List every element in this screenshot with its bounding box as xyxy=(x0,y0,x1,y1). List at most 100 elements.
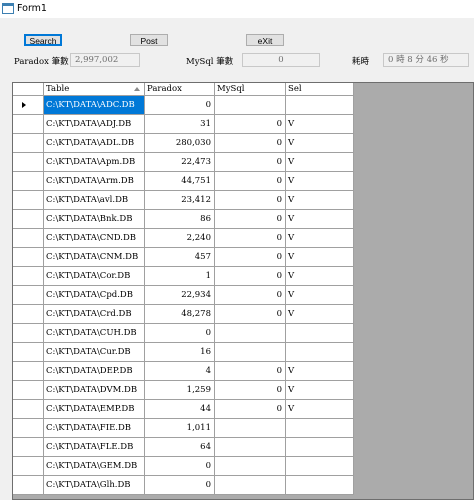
row-header[interactable] xyxy=(13,134,44,153)
cell-sel[interactable] xyxy=(286,438,354,457)
column-header-paradox[interactable]: Paradox xyxy=(145,83,215,96)
cell-paradox[interactable]: 22,473 xyxy=(145,153,215,172)
row-header[interactable] xyxy=(13,381,44,400)
cell-mysql[interactable]: 0 xyxy=(215,381,286,400)
cell-sel[interactable]: V xyxy=(286,153,354,172)
cell-paradox[interactable]: 1,259 xyxy=(145,381,215,400)
cell-table[interactable]: C:\KT\DATA\FIE.DB xyxy=(44,419,145,438)
cell-paradox[interactable]: 280,030 xyxy=(145,134,215,153)
elapsed-field[interactable]: 0 時 8 分 46 秒 xyxy=(383,53,469,67)
cell-table[interactable]: C:\KT\DATA\Cor.DB xyxy=(44,267,145,286)
cell-paradox[interactable]: 0 xyxy=(145,324,215,343)
cell-mysql[interactable] xyxy=(215,438,286,457)
table-row[interactable]: C:\KT\DATA\CNM.DB 457 0 V xyxy=(13,248,354,267)
cell-mysql[interactable] xyxy=(215,324,286,343)
cell-sel[interactable] xyxy=(286,457,354,476)
cell-sel[interactable]: V xyxy=(286,305,354,324)
cell-table[interactable]: C:\KT\DATA\Arm.DB xyxy=(44,172,145,191)
cell-sel[interactable]: V xyxy=(286,248,354,267)
row-header[interactable] xyxy=(13,248,44,267)
cell-sel[interactable]: V xyxy=(286,267,354,286)
cell-mysql[interactable]: 0 xyxy=(215,115,286,134)
cell-mysql[interactable]: 0 xyxy=(215,362,286,381)
cell-mysql[interactable] xyxy=(215,476,286,495)
table-row[interactable]: C:\KT\DATA\DEP.DB 4 0 V xyxy=(13,362,354,381)
cell-table[interactable]: C:\KT\DATA\GEM.DB xyxy=(44,457,145,476)
cell-sel[interactable] xyxy=(286,419,354,438)
cell-table[interactable]: C:\KT\DATA\CNM.DB xyxy=(44,248,145,267)
cell-sel[interactable]: V xyxy=(286,115,354,134)
cell-mysql[interactable] xyxy=(215,96,286,115)
column-header-sel[interactable]: Sel xyxy=(286,83,354,96)
table-row[interactable]: C:\KT\DATA\CND.DB 2,240 0 V xyxy=(13,229,354,248)
cell-paradox[interactable]: 64 xyxy=(145,438,215,457)
table-row[interactable]: C:\KT\DATA\Apm.DB 22,473 0 V xyxy=(13,153,354,172)
cell-paradox[interactable]: 0 xyxy=(145,476,215,495)
table-row[interactable]: C:\KT\DATA\FLE.DB 64 xyxy=(13,438,354,457)
cell-mysql[interactable]: 0 xyxy=(215,153,286,172)
cell-mysql[interactable]: 0 xyxy=(215,400,286,419)
cell-paradox[interactable]: 31 xyxy=(145,115,215,134)
cell-sel[interactable]: V xyxy=(286,172,354,191)
row-header[interactable] xyxy=(13,400,44,419)
cell-paradox[interactable]: 457 xyxy=(145,248,215,267)
column-header-mysql[interactable]: MySql xyxy=(215,83,286,96)
cell-mysql[interactable]: 0 xyxy=(215,229,286,248)
row-header[interactable] xyxy=(13,324,44,343)
exit-button[interactable]: eXit xyxy=(246,34,284,46)
search-button[interactable]: Search xyxy=(24,34,62,46)
cell-paradox[interactable]: 1,011 xyxy=(145,419,215,438)
cell-paradox[interactable]: 22,934 xyxy=(145,286,215,305)
table-row[interactable]: C:\KT\DATA\Arm.DB 44,751 0 V xyxy=(13,172,354,191)
cell-table[interactable]: C:\KT\DATA\ADL.DB xyxy=(44,134,145,153)
cell-table[interactable]: C:\KT\DATA\ADJ.DB xyxy=(44,115,145,134)
cell-mysql[interactable]: 0 xyxy=(215,191,286,210)
cell-table[interactable]: C:\KT\DATA\DEP.DB xyxy=(44,362,145,381)
cell-mysql[interactable]: 0 xyxy=(215,248,286,267)
cell-paradox[interactable]: 0 xyxy=(145,457,215,476)
paradox-count-field[interactable]: 2,997,002 xyxy=(70,53,140,67)
table-row[interactable]: C:\KT\DATA\ADJ.DB 31 0 V xyxy=(13,115,354,134)
cell-sel[interactable]: V xyxy=(286,286,354,305)
row-header[interactable] xyxy=(13,115,44,134)
table-row[interactable]: C:\KT\DATA\Cor.DB 1 0 V xyxy=(13,267,354,286)
cell-paradox[interactable]: 1 xyxy=(145,267,215,286)
table-row[interactable]: C:\KT\DATA\Crd.DB 48,278 0 V xyxy=(13,305,354,324)
mysql-count-field[interactable]: 0 xyxy=(242,53,320,67)
data-grid[interactable]: Table Paradox MySql Sel C:\KT\DATA\ADC.D… xyxy=(12,82,474,500)
table-row[interactable]: C:\KT\DATA\avl.DB 23,412 0 V xyxy=(13,191,354,210)
table-row[interactable]: C:\KT\DATA\ADC.DB 0 xyxy=(13,96,354,115)
cell-sel[interactable]: V xyxy=(286,400,354,419)
row-header[interactable] xyxy=(13,286,44,305)
cell-mysql[interactable]: 0 xyxy=(215,172,286,191)
cell-mysql[interactable] xyxy=(215,457,286,476)
cell-paradox[interactable]: 2,240 xyxy=(145,229,215,248)
cell-paradox[interactable]: 23,412 xyxy=(145,191,215,210)
cell-paradox[interactable]: 16 xyxy=(145,343,215,362)
row-header[interactable] xyxy=(13,229,44,248)
row-header-corner[interactable] xyxy=(13,83,44,96)
cell-table[interactable]: C:\KT\DATA\CUH.DB xyxy=(44,324,145,343)
cell-table[interactable]: C:\KT\DATA\Crd.DB xyxy=(44,305,145,324)
cell-sel[interactable]: V xyxy=(286,210,354,229)
cell-sel[interactable]: V xyxy=(286,229,354,248)
row-header[interactable] xyxy=(13,438,44,457)
table-row[interactable]: C:\KT\DATA\Bnk.DB 86 0 V xyxy=(13,210,354,229)
table-row[interactable]: C:\KT\DATA\DVM.DB 1,259 0 V xyxy=(13,381,354,400)
cell-table[interactable]: C:\KT\DATA\ADC.DB xyxy=(44,96,145,115)
cell-paradox[interactable]: 0 xyxy=(145,96,215,115)
cell-mysql[interactable]: 0 xyxy=(215,267,286,286)
row-header[interactable] xyxy=(13,267,44,286)
cell-sel[interactable] xyxy=(286,96,354,115)
cell-table[interactable]: C:\KT\DATA\DVM.DB xyxy=(44,381,145,400)
cell-table[interactable]: C:\KT\DATA\EMP.DB xyxy=(44,400,145,419)
cell-mysql[interactable]: 0 xyxy=(215,305,286,324)
cell-sel[interactable]: V xyxy=(286,191,354,210)
cell-mysql[interactable]: 0 xyxy=(215,286,286,305)
cell-sel[interactable] xyxy=(286,343,354,362)
row-header[interactable] xyxy=(13,172,44,191)
row-header[interactable] xyxy=(13,343,44,362)
table-row[interactable]: C:\KT\DATA\Cur.DB 16 xyxy=(13,343,354,362)
cell-table[interactable]: C:\KT\DATA\Apm.DB xyxy=(44,153,145,172)
row-header[interactable] xyxy=(13,96,44,115)
